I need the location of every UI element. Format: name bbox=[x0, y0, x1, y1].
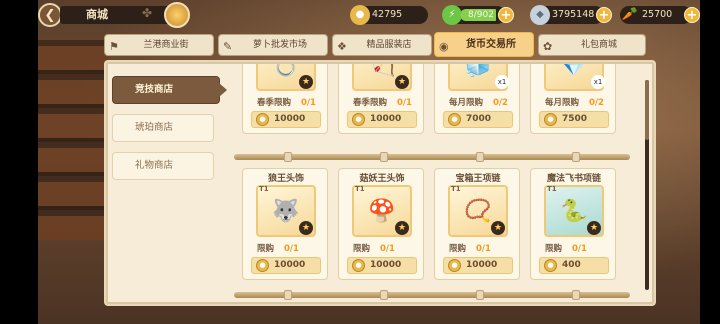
tab-clothes-shop[interactable]: ❖ 精品服装店 bbox=[332, 34, 432, 56]
shelf-pin bbox=[380, 152, 388, 162]
shelf-pin bbox=[572, 152, 580, 162]
tier-badge: T1 bbox=[355, 185, 365, 193]
star-icon: ★ bbox=[491, 221, 505, 235]
coin-icon: ● bbox=[448, 113, 461, 126]
clothes-icon: ❖ bbox=[337, 40, 347, 53]
purchase-limit: 限购 0/1 bbox=[449, 244, 491, 254]
back-arrow-icon: ❮ bbox=[44, 7, 56, 23]
tab-gift-shop[interactable]: ✿ 礼包商城 bbox=[538, 34, 646, 56]
tier-badge: T1 bbox=[547, 185, 557, 193]
coin-icon: ● bbox=[352, 259, 365, 272]
gift-icon: ✿ bbox=[543, 40, 553, 53]
shelf-pin bbox=[284, 152, 292, 162]
purchase-limit: 每月限购 0/2 bbox=[449, 98, 508, 108]
purchase-limit: 春季限购 0/1 bbox=[353, 98, 412, 108]
item-name: 宝箱王项链 bbox=[455, 174, 501, 184]
coin-icon: ● bbox=[448, 259, 461, 272]
carrot-amount: 25700 bbox=[642, 9, 673, 20]
shelf-rod bbox=[234, 154, 630, 160]
bookshelf-decoration bbox=[38, 40, 108, 240]
gold-coin-icon: ● bbox=[350, 5, 370, 25]
coin-icon: ● bbox=[256, 259, 269, 272]
coin-icon: ● bbox=[352, 113, 365, 126]
purchase-limit: 春季限购 0/1 bbox=[257, 98, 316, 108]
screen-edge-right bbox=[700, 0, 720, 324]
coin-exchange-icon: ◉ bbox=[439, 40, 449, 53]
scrollbar-thumb[interactable] bbox=[645, 80, 649, 140]
energy-icon: ⚡ bbox=[442, 5, 462, 25]
price-button[interactable]: ● 10000 bbox=[347, 257, 417, 274]
purchase-limit: 每月限购 0/2 bbox=[545, 98, 604, 108]
add-energy-button[interactable]: + bbox=[498, 7, 514, 23]
item-card-magic-book-necklace[interactable]: 魔法飞书项链 🐍 T1 ★ 限购 0/1 ● 400 bbox=[530, 168, 616, 280]
price-button[interactable]: ● 10000 bbox=[251, 257, 321, 274]
gem-counter: ◆ 3795148 + bbox=[530, 5, 612, 25]
item-card-wolf-king-headwear[interactable]: 狼王头饰 🐺 T1 ★ 限购 0/1 ● 10000 bbox=[242, 168, 328, 280]
clover-icon: ✤ bbox=[142, 6, 153, 20]
item-card-chest-king-necklace[interactable]: 宝箱王项链 📿 T1 ★ 限购 0/1 ● 10000 bbox=[434, 168, 520, 280]
price-button[interactable]: ● 10000 bbox=[443, 257, 513, 274]
price-button[interactable]: ● 7500 bbox=[539, 111, 609, 128]
energy-counter: ⚡ 8/902 + bbox=[442, 5, 514, 25]
price-button[interactable]: ● 7000 bbox=[443, 111, 513, 128]
gold-counter: ● 42795 bbox=[350, 5, 428, 25]
tier-badge: T1 bbox=[259, 185, 269, 193]
item-name: 魔法飞书项链 bbox=[546, 174, 601, 184]
add-carrot-button[interactable]: + bbox=[684, 7, 700, 23]
shop-tabs: ⚑ 兰港商业街 ✎ 萝卜批发市场 ❖ 精品服装店 ◉ 货币交易所 ✿ 礼包商城 bbox=[104, 32, 652, 57]
purchase-limit: 限购 0/1 bbox=[545, 244, 587, 254]
item-card[interactable]: 🧊 x1 每月限购 0/2 ● 7000 bbox=[434, 64, 520, 134]
sub-shop-arena[interactable]: 竞技商店 bbox=[112, 76, 227, 104]
star-icon: ★ bbox=[587, 221, 601, 235]
star-icon: ★ bbox=[395, 221, 409, 235]
top-bar: ❮ 商城 ✤ ● 42795 ⚡ 8/902 + ◆ 3795148 + 🥕 2… bbox=[38, 0, 700, 30]
coin-icon: ● bbox=[256, 113, 269, 126]
shelf-pin bbox=[284, 290, 292, 300]
sub-shop-amber[interactable]: 琥珀商店 bbox=[112, 114, 214, 142]
shelf-pin bbox=[476, 152, 484, 162]
star-icon: ★ bbox=[299, 221, 313, 235]
gem-icon: ◆ bbox=[530, 5, 550, 25]
coin-icon: ● bbox=[544, 259, 557, 272]
pet-avatar-icon[interactable] bbox=[164, 2, 190, 28]
star-icon: ★ bbox=[395, 75, 409, 89]
carrot-counter: 🥕 25700 + bbox=[620, 6, 700, 24]
coin-icon: ● bbox=[544, 113, 557, 126]
page-title: 商城 bbox=[60, 6, 180, 24]
screen-edge-left bbox=[0, 0, 38, 324]
item-card[interactable]: 🏹 ★ 春季限购 0/1 ● 10000 bbox=[338, 64, 424, 134]
tab-currency-exchange[interactable]: ◉ 货币交易所 bbox=[434, 32, 534, 57]
shelf-pin bbox=[380, 290, 388, 300]
carrot-market-icon: ✎ bbox=[223, 40, 233, 53]
purchase-limit: 限购 0/1 bbox=[257, 244, 299, 254]
item-card-mushroom-king-headwear[interactable]: 菇妖王头饰 🍄 T1 ★ 限购 0/1 ● 10000 bbox=[338, 168, 424, 280]
tab-carrot-market[interactable]: ✎ 萝卜批发市场 bbox=[218, 34, 328, 56]
star-icon: x1 bbox=[495, 75, 509, 89]
price-button[interactable]: ● 10000 bbox=[347, 111, 417, 128]
tab-lan-port-street[interactable]: ⚑ 兰港商业街 bbox=[104, 34, 214, 56]
shelf-pin bbox=[572, 290, 580, 300]
sub-shop-gift[interactable]: 礼物商店 bbox=[112, 152, 214, 180]
tier-badge: T1 bbox=[451, 185, 461, 193]
price-button[interactable]: ● 10000 bbox=[251, 111, 321, 128]
energy-amount: 8/902 bbox=[468, 10, 494, 20]
gem-amount: 3795148 bbox=[552, 9, 595, 20]
back-button[interactable]: ❮ bbox=[38, 3, 62, 27]
shop-icon: ⚑ bbox=[109, 40, 119, 53]
item-card[interactable]: 💎 x1 每月限购 0/2 ● 7500 bbox=[530, 64, 616, 134]
item-scrollbar[interactable] bbox=[645, 80, 649, 290]
shelf-rod bbox=[234, 292, 630, 298]
gold-amount: 42795 bbox=[372, 9, 403, 20]
star-icon: x1 bbox=[591, 75, 605, 89]
price-button[interactable]: ● 400 bbox=[539, 257, 609, 274]
item-grid: 💍 ★ 春季限购 0/1 ● 10000 🏹 ★ 春季限购 0/1 ● 10000 🧊 … bbox=[226, 64, 642, 304]
item-card[interactable]: 💍 ★ 春季限购 0/1 ● 10000 bbox=[242, 64, 328, 134]
item-name: 菇妖王头饰 bbox=[359, 174, 405, 184]
purchase-limit: 限购 0/1 bbox=[353, 244, 395, 254]
item-name: 狼王头饰 bbox=[267, 174, 304, 184]
star-icon: ★ bbox=[299, 75, 313, 89]
add-gem-button[interactable]: + bbox=[596, 7, 612, 23]
carrot-icon: 🥕 bbox=[621, 7, 639, 22]
shelf-pin bbox=[476, 290, 484, 300]
